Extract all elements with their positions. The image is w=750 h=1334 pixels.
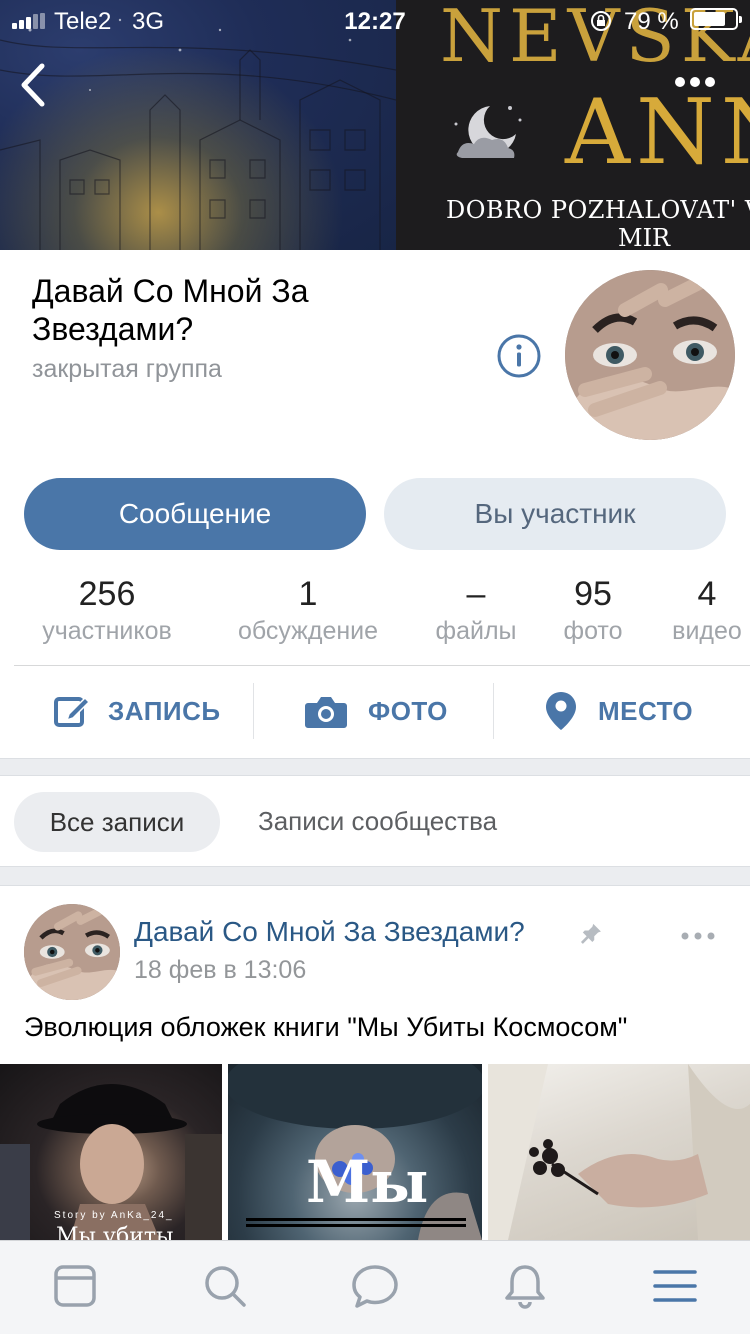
cover-title-line2: ANN — [565, 80, 750, 185]
create-post-button[interactable]: ЗАПИСЬ — [52, 684, 221, 738]
counter-label: участников — [42, 617, 172, 645]
counter-discussions[interactable]: 1 обсуждение — [222, 574, 394, 648]
group-title: Давай Со Мной За Звездами? — [32, 273, 309, 347]
create-post-label: ЗАПИСЬ — [108, 695, 221, 726]
post-author-name[interactable]: Давай Со Мной За Звездами? — [134, 916, 525, 948]
member-status-button[interactable]: Вы участник — [384, 478, 726, 550]
photo-art — [488, 1064, 750, 1240]
counter-files[interactable]: – файлы — [428, 574, 524, 648]
rotation-lock-icon — [591, 11, 611, 31]
bottom-tab-bar — [0, 1240, 750, 1334]
group-avatar[interactable] — [565, 270, 735, 440]
counter-label: видео — [672, 617, 742, 645]
status-bar: Tele2 3G 12:27 79 % — [0, 0, 750, 40]
menu-icon[interactable] — [650, 1261, 700, 1311]
cover-subtitle-line1: DOBRO POZHALOVAT' V MOY ST — [446, 196, 750, 224]
photo-overlay-title: Мы — [306, 1148, 429, 1216]
counter-value: 4 — [697, 575, 717, 613]
back-button[interactable] — [14, 60, 54, 110]
message-button[interactable]: Сообщение — [24, 478, 366, 550]
notifications-icon[interactable] — [500, 1261, 550, 1311]
section-gap — [0, 758, 750, 776]
counter-videos[interactable]: 4 видео — [664, 574, 750, 648]
group-type: закрытая группа — [32, 355, 222, 383]
action-separator — [493, 683, 494, 739]
counter-label: файлы — [435, 617, 517, 645]
post-text: Эволюция обложек книги "Мы Убиты Космосо… — [24, 1012, 628, 1042]
photo-overlay-title: Мы убиты — [56, 1224, 174, 1240]
photo-overlay-caption: Story by AnKa_24_ — [54, 1210, 174, 1221]
add-photo-label: ФОТО — [368, 695, 448, 726]
counter-photos[interactable]: 95 фото — [552, 574, 634, 648]
action-separator — [253, 683, 254, 739]
add-place-button[interactable]: МЕСТО — [544, 684, 693, 738]
post-photo[interactable]: Мы — [228, 1064, 482, 1240]
camera-icon — [305, 697, 347, 728]
post-author-avatar[interactable] — [24, 904, 120, 1000]
photo-overlay-line — [246, 1218, 466, 1221]
counter-value: 95 — [574, 575, 612, 613]
messages-icon[interactable] — [350, 1261, 400, 1311]
post-photo[interactable]: Story by AnKa_24_ Мы убиты — [0, 1064, 222, 1240]
section-gap — [0, 866, 750, 886]
post-more-button[interactable] — [680, 928, 716, 944]
tab-community-posts[interactable]: Записи сообщества — [258, 806, 497, 837]
add-photo-button[interactable]: ФОТО — [304, 684, 448, 738]
cover-more-button[interactable] — [672, 70, 718, 94]
battery-icon — [690, 8, 742, 30]
battery-percent: 79 % — [624, 8, 679, 35]
post-date: 18 фев в 13:06 — [134, 956, 307, 984]
counter-value: – — [466, 575, 486, 613]
counter-label: фото — [563, 617, 623, 645]
counter-label: обсуждение — [237, 617, 379, 645]
info-icon[interactable] — [496, 333, 542, 379]
moon-cloud-icon — [454, 106, 522, 158]
tab-all-posts[interactable]: Все записи — [14, 792, 220, 852]
counter-value: 256 — [78, 575, 136, 613]
edit-icon — [54, 696, 91, 727]
add-place-label: МЕСТО — [598, 695, 694, 726]
counter-members[interactable]: 256 участников — [30, 574, 184, 648]
search-icon[interactable] — [200, 1261, 250, 1311]
news-icon[interactable] — [50, 1261, 100, 1311]
location-pin-icon — [546, 692, 576, 730]
counter-value: 1 — [298, 575, 318, 613]
photo-overlay-line — [246, 1224, 466, 1227]
divider — [14, 665, 750, 666]
post-photo[interactable] — [488, 1064, 750, 1240]
pin-icon — [580, 923, 601, 944]
cover-subtitle-line2: MIR — [618, 224, 671, 250]
